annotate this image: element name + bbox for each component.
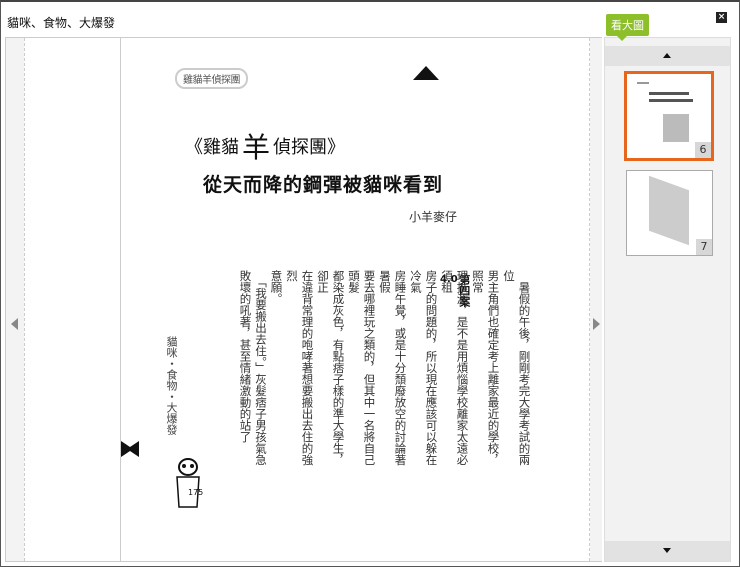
view-large-tooltip[interactable]: 看大圖 [606,14,649,41]
running-head: 雞貓羊偵探團 [175,68,248,89]
thumbnail-sidebar: 6 7 [604,37,731,562]
next-page-button[interactable] [590,38,602,561]
thumb-mark [649,92,689,95]
thumb-mark [649,175,689,246]
thumb-mark [649,99,693,102]
text-column: 暑假的午後，剛剛考完大學考試的兩位 [502,270,532,466]
text-column: 房子的問題的，所以現在應該可以躲在冷氣 [409,270,439,466]
folio-title: 貓咪・食物・大爆發 [165,336,178,435]
body-text: 暑假的午後，剛剛考完大學考試的兩位 男主角們也確定考上離家最近的學校，照常 理推… [237,270,532,475]
text-column: 「我要搬出去住。」灰髮痞子男孩氣急 [254,270,268,466]
page-viewer: 雞貓羊偵探團 《雞貓羊偵探團》 從天而降的鋼彈被貓咪看到 小羊麥仔 第四案 4.0… [5,37,602,562]
thumb-mark [663,114,689,142]
arrow-up-icon [663,53,671,58]
chapter-subtitle: 從天而降的鋼彈被貓咪看到 [203,174,444,196]
text-column: 在違背常理的咆哮著想要搬出去住的強烈 [285,270,315,466]
book-title-suffix: 偵探團》 [273,137,346,158]
text-column: 房睡午覺，或是十分頹廢放空的討論著暑假 [378,270,408,466]
close-icon[interactable]: × [716,12,727,23]
arrow-left-icon [11,318,18,330]
window-title: 貓咪、食物、大爆發 [7,16,116,30]
scroll-down-button[interactable] [605,541,730,561]
thumbnail-page-6[interactable]: 6 [624,71,714,161]
author: 小羊麥仔 [409,210,458,224]
text-column: 意願。 [269,270,284,305]
thumbnail-page-7[interactable]: 7 [626,170,713,256]
book-title-prefix: 《雞貓 [185,137,239,158]
text-column: 理推測，是不是用煩惱學校離家太遠必須租 [440,270,470,466]
scroll-up-button[interactable] [605,46,730,66]
text-column: 男主角們也確定考上離家最近的學校，照常 [471,270,501,466]
arrow-down-icon [663,548,671,553]
page-number: 175 [188,488,204,497]
reader-window: 貓咪、食物、大爆發 × 雞貓羊偵探團 《雞貓羊偵探團》 從天而降的鋼彈被貓咪看到… [0,0,740,567]
text-column: 敗壞的吼著，甚至情緒激動的站了 [238,270,253,443]
cat-mascot-icon [176,458,200,508]
page-gutter-line [120,38,121,561]
pyramid-ornament-icon [413,66,439,80]
text-column: 都染成灰色，有點痞子樣的準大學生，卻正 [316,270,346,466]
arrow-right-icon [593,318,600,330]
bowtie-ornament-icon [121,441,139,457]
book-page: 雞貓羊偵探團 《雞貓羊偵探團》 從天而降的鋼彈被貓咪看到 小羊麥仔 第四案 4.0… [24,38,590,561]
previous-page-button[interactable] [6,38,24,561]
book-title: 《雞貓羊偵探團》 [185,126,345,166]
book-title-big-char: 羊 [242,131,271,164]
thumbnail-page-number: 6 [695,142,711,158]
thumb-mark [637,82,649,84]
text-column: 要去哪裡玩之類的，但其中一名將自己頭髮 [347,270,377,466]
thumbnail-page-number: 7 [696,239,712,255]
